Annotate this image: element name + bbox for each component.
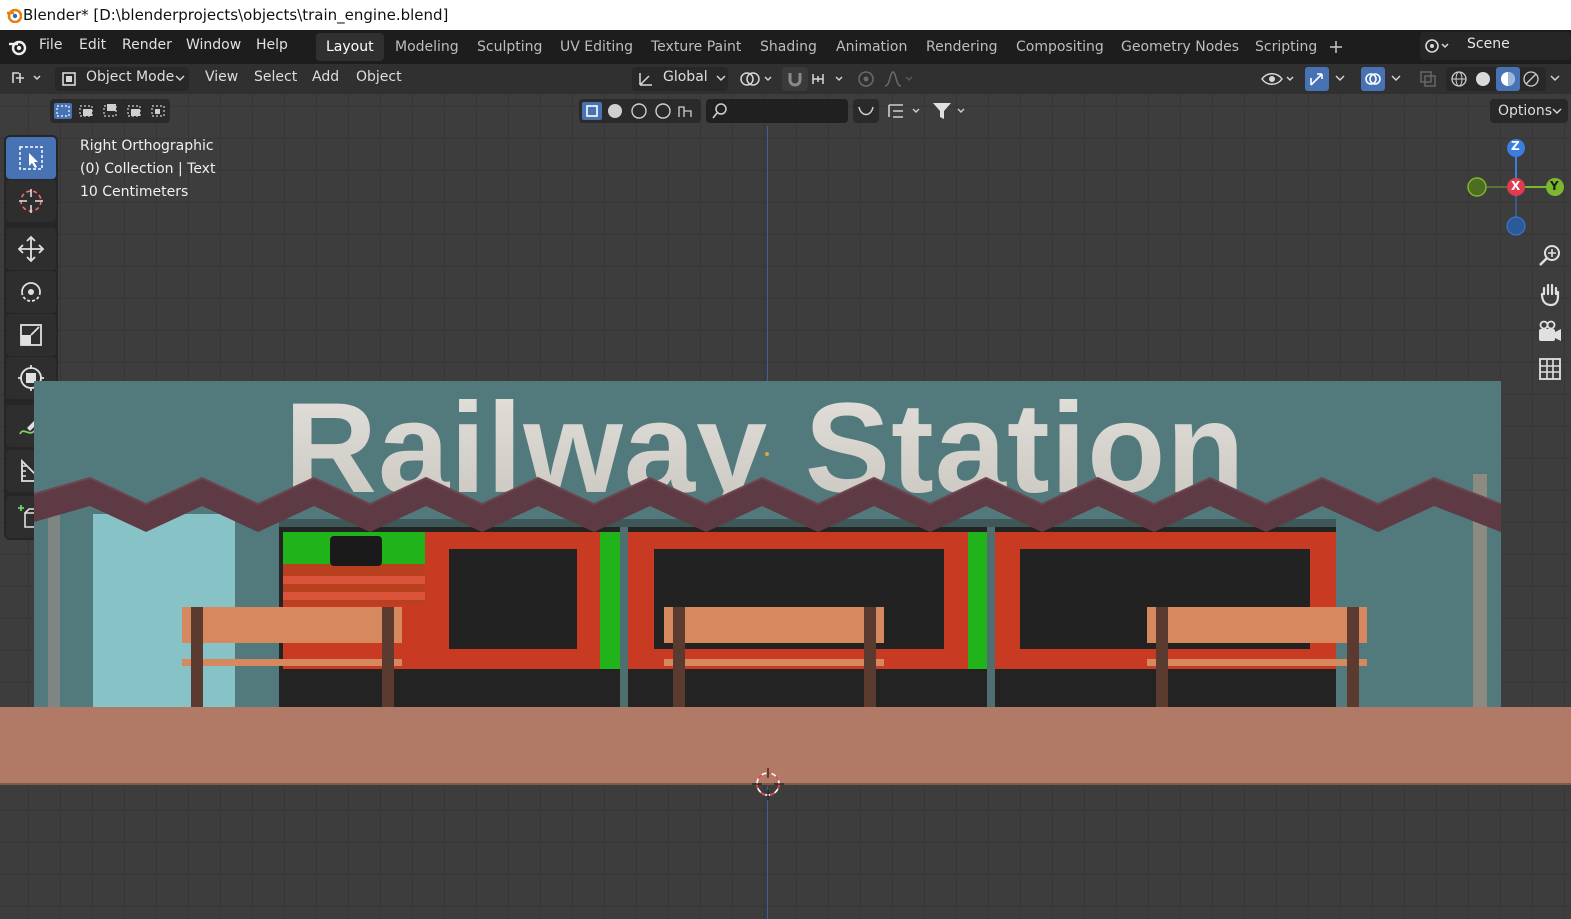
- hand-icon[interactable]: [1536, 280, 1564, 308]
- menu-object[interactable]: Object: [356, 69, 402, 85]
- z-axis-line-lower: [767, 786, 768, 919]
- tab-compositing[interactable]: Compositing: [1006, 33, 1114, 61]
- menu-window[interactable]: Window: [186, 37, 241, 53]
- view-name: Right Orthographic: [80, 138, 214, 154]
- scale-icon: [20, 324, 42, 346]
- gizmo-icon: [1310, 73, 1323, 86]
- transform-orientation-icon: [639, 73, 652, 86]
- blender-logo-icon[interactable]: [8, 38, 28, 56]
- 3d-cursor-icon[interactable]: [752, 768, 784, 800]
- proportional-editing-icon[interactable]: [856, 69, 876, 89]
- menu-edit[interactable]: Edit: [79, 37, 106, 53]
- tool-scale[interactable]: [6, 314, 56, 356]
- menu-help[interactable]: Help: [256, 37, 288, 53]
- zoom-icon[interactable]: [1536, 242, 1564, 270]
- tab-scripting[interactable]: Scripting: [1245, 33, 1327, 61]
- rotate-icon: [21, 282, 41, 302]
- chevron-down-icon: [175, 75, 185, 81]
- add-workspace-icon[interactable]: [1329, 40, 1343, 54]
- tab-animation[interactable]: Animation: [826, 33, 917, 61]
- object-mode-icon: [62, 72, 76, 86]
- window-titlebar: Blender* [D:\blenderprojects\objects\tra…: [0, 0, 1571, 30]
- mode-label: Object Mode: [86, 69, 175, 85]
- cursor-icon: [19, 189, 43, 213]
- camera-icon[interactable]: [1536, 318, 1564, 346]
- tab-layout[interactable]: Layout: [316, 33, 384, 61]
- tool-move[interactable]: [6, 228, 56, 270]
- orientation-label: Global: [663, 69, 708, 85]
- tool-cursor[interactable]: [6, 180, 56, 222]
- tab-modeling[interactable]: Modeling: [385, 33, 469, 61]
- object-types-icon[interactable]: [581, 101, 701, 121]
- tab-shading[interactable]: Shading: [750, 33, 827, 61]
- railway-station-scene[interactable]: Railway Station: [0, 374, 1571, 794]
- move-icon: [17, 235, 45, 263]
- tab-geometry-nodes[interactable]: Geometry Nodes: [1111, 33, 1249, 61]
- tab-rendering[interactable]: Rendering: [916, 33, 1008, 61]
- gizmo-z-label: Z: [1511, 139, 1520, 153]
- gizmo-x-label: X: [1511, 179, 1521, 193]
- collection-info: (0) Collection | Text: [80, 161, 216, 177]
- tool-select-box[interactable]: [6, 137, 56, 179]
- z-axis-line: [767, 126, 768, 381]
- visibility-icon[interactable]: [1260, 68, 1298, 90]
- select-box-icon: [19, 146, 43, 170]
- xray-icon[interactable]: [1418, 69, 1438, 89]
- menu-select[interactable]: Select: [254, 69, 297, 85]
- window-title: Blender* [D:\blenderprojects\objects\tra…: [23, 6, 449, 24]
- options-label: Options: [1498, 103, 1553, 119]
- menu-render[interactable]: Render: [122, 37, 172, 53]
- curve-icon: [858, 106, 874, 116]
- filter-icon[interactable]: [930, 100, 972, 122]
- gizmo-y-label: Y: [1550, 179, 1559, 193]
- menu-file[interactable]: File: [39, 37, 62, 53]
- editor-type-icon[interactable]: [10, 69, 44, 87]
- chevron-down-icon: [1552, 108, 1562, 114]
- shading-wire-icon[interactable]: [1450, 70, 1468, 88]
- scene-name[interactable]: Scene: [1467, 36, 1510, 52]
- blender-logo-icon: [7, 8, 22, 23]
- shading-material-icon: [1501, 72, 1515, 86]
- outliner-filter-icon[interactable]: [886, 101, 926, 121]
- scene-icon[interactable]: [1424, 37, 1450, 55]
- tab-uv-editing[interactable]: UV Editing: [550, 33, 643, 61]
- menu-add[interactable]: Add: [312, 69, 339, 85]
- chevron-down-icon[interactable]: [1548, 72, 1562, 84]
- pivot-point-icon[interactable]: [738, 69, 776, 89]
- chevron-down-icon[interactable]: [1389, 72, 1403, 84]
- overlay-icon: [1365, 73, 1381, 85]
- snap-target-icon[interactable]: [810, 69, 848, 89]
- falloff-icon[interactable]: [882, 69, 918, 89]
- chevron-down-icon[interactable]: [1333, 72, 1347, 84]
- shading-render-icon[interactable]: [1522, 70, 1540, 88]
- tab-sculpting[interactable]: Sculpting: [467, 33, 552, 61]
- menu-view[interactable]: View: [205, 69, 238, 85]
- object-origin: [765, 452, 769, 456]
- shading-solid-icon[interactable]: [1474, 70, 1492, 88]
- chevron-down-icon: [716, 75, 726, 81]
- tool-rotate[interactable]: [6, 271, 56, 313]
- select-box-icon[interactable]: [52, 101, 170, 121]
- magnet-icon: [788, 73, 802, 87]
- search-icon: [712, 103, 727, 119]
- grid-scale: 10 Centimeters: [80, 184, 189, 200]
- tab-texture-paint[interactable]: Texture Paint: [641, 33, 751, 61]
